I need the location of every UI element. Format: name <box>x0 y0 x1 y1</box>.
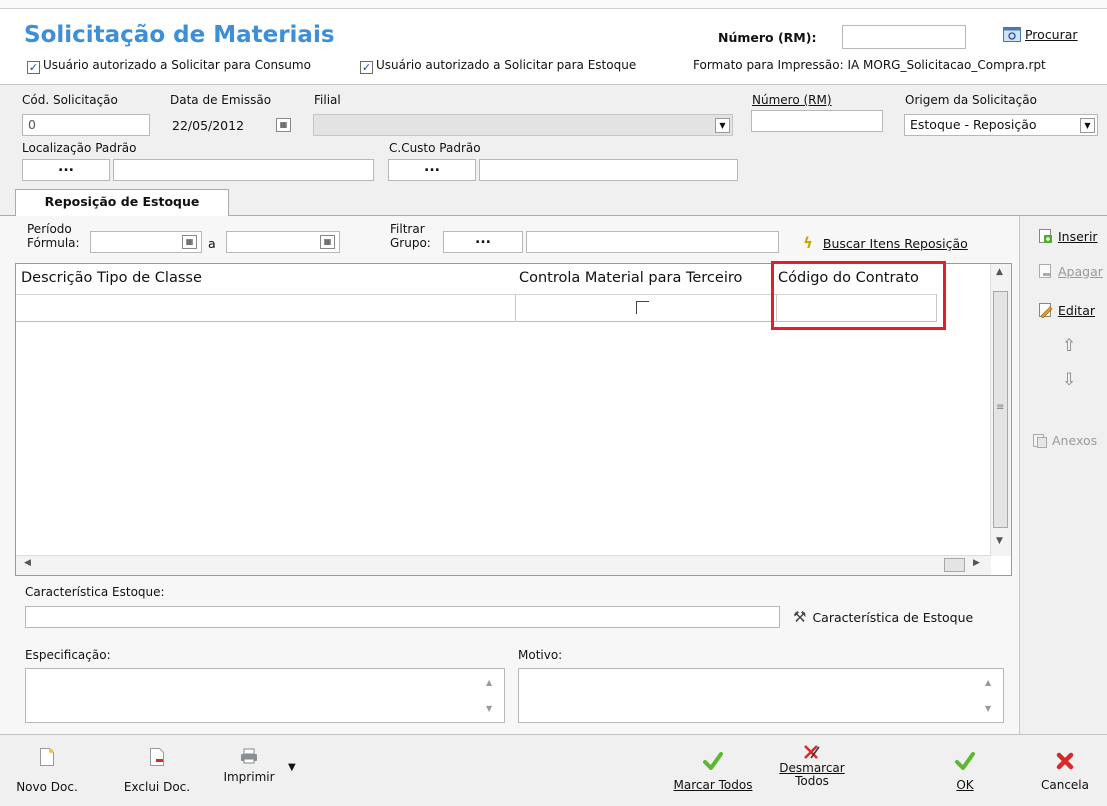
imprimir-dropdown-icon[interactable]: ▼ <box>288 762 296 773</box>
scroll-down-icon[interactable]: ▼ <box>996 536 1003 546</box>
data-emissao-field[interactable]: 22/05/2012 ▦ <box>166 114 300 136</box>
motivo-textarea[interactable] <box>518 668 1004 723</box>
scroll-left-icon[interactable]: ◀ <box>24 558 31 568</box>
caracteristica-label: Característica Estoque: <box>25 585 165 599</box>
numero-rm-input[interactable] <box>751 110 883 132</box>
tab-reposicao-estoque[interactable]: Reposição de Estoque <box>15 189 229 216</box>
tab-panel-right-edge <box>1019 216 1020 734</box>
origem-label: Origem da Solicitação <box>905 93 1037 107</box>
scroll-up-icon[interactable]: ▲ <box>486 678 492 687</box>
scroll-grip-icon: ≡ <box>996 402 1005 413</box>
filial-label: Filial <box>314 93 341 107</box>
cancela-button[interactable]: Cancela <box>1034 748 1096 792</box>
ccusto-lookup-button[interactable]: ... <box>388 159 476 181</box>
search-window-icon <box>1003 27 1021 42</box>
ok-button[interactable]: OK <box>938 748 992 792</box>
lightning-icon: ϟ <box>803 234 813 252</box>
red-x-icon <box>1034 752 1096 774</box>
exclui-doc-button[interactable]: Exclui Doc. <box>116 748 198 794</box>
imprimir-button[interactable]: Imprimir <box>214 748 284 784</box>
numero-rm-header-input[interactable] <box>842 25 966 49</box>
cod-solicitacao-label: Cód. Solicitação <box>22 93 118 107</box>
check-icon: ✓ <box>27 61 40 74</box>
delete-page-icon <box>1037 263 1053 279</box>
localizacao-lookup-button[interactable]: ... <box>22 159 110 181</box>
inserir-button[interactable]: Inserir <box>1037 228 1098 244</box>
procurar-button[interactable]: Procurar <box>1003 27 1078 42</box>
move-down-icon[interactable]: ⇩ <box>1062 370 1076 390</box>
caracteristica-estoque-button[interactable]: ⚒ Característica de Estoque <box>793 608 973 626</box>
grid-row-divider <box>515 294 516 322</box>
delete-document-icon <box>116 748 198 770</box>
numero-rm-header-label: Número (RM): <box>718 30 817 45</box>
calendar-icon[interactable]: ▦ <box>276 118 291 132</box>
column-controla-material[interactable]: Controla Material para Terceiro <box>519 270 742 286</box>
filtrar-grupo-label: Filtrar Grupo: <box>390 222 431 250</box>
scroll-up-icon[interactable]: ▲ <box>985 678 991 687</box>
origem-select[interactable]: Estoque - Reposição <box>904 114 1098 136</box>
grupo-lookup-button[interactable]: ... <box>443 231 523 253</box>
terceiro-checkbox[interactable] <box>636 301 649 314</box>
green-check-icon <box>664 752 762 774</box>
scroll-down-icon[interactable]: ▼ <box>486 704 492 713</box>
scroll-right-icon[interactable]: ▶ <box>973 558 980 568</box>
localizacao-input[interactable] <box>113 159 374 181</box>
consumo-checkbox[interactable]: ✓ Usuário autorizado a Solicitar para Con… <box>27 58 311 74</box>
new-document-icon <box>14 748 80 770</box>
ccusto-label: C.Custo Padrão <box>389 141 481 155</box>
attachment-icon <box>1032 432 1048 448</box>
printer-icon <box>214 748 284 770</box>
filial-dropdown-icon[interactable]: ▼ <box>715 118 730 133</box>
data-emissao-label: Data de Emissão <box>170 93 272 107</box>
anexos-button[interactable]: Anexos <box>1032 432 1097 448</box>
ccusto-input[interactable] <box>479 159 738 181</box>
scroll-up-icon[interactable]: ▲ <box>996 267 1003 277</box>
scroll-down-icon[interactable]: ▼ <box>985 704 991 713</box>
calendar-icon[interactable]: ▦ <box>320 235 335 249</box>
filial-select[interactable] <box>313 114 733 136</box>
localizacao-label: Localização Padrão <box>22 141 137 155</box>
marcar-todos-button[interactable]: Marcar Todos <box>664 748 762 792</box>
cod-solicitacao-input[interactable]: 0 <box>22 114 150 136</box>
move-up-icon[interactable]: ⇧ <box>1062 336 1076 356</box>
a-label: a <box>208 236 216 251</box>
uncheck-icon <box>768 744 856 762</box>
novo-doc-button[interactable]: Novo Doc. <box>14 748 80 794</box>
especificacao-textarea[interactable] <box>25 668 505 723</box>
column-descricao-tipo-classe[interactable]: Descrição Tipo de Classe <box>21 270 202 286</box>
edit-pencil-icon <box>1037 302 1053 319</box>
check-icon: ✓ <box>360 61 373 74</box>
calendar-icon[interactable]: ▦ <box>182 235 197 249</box>
apagar-button[interactable]: Apagar <box>1037 263 1103 279</box>
grupo-input[interactable] <box>526 231 779 253</box>
buscar-itens-button[interactable]: ϟ Buscar Itens Reposição <box>803 234 968 252</box>
especificacao-label: Especificação: <box>25 648 111 662</box>
insert-page-icon <box>1037 228 1053 244</box>
periodo-label: Período Fórmula: <box>27 222 80 250</box>
ok-check-icon <box>938 752 992 774</box>
numero-rm-label: Número (RM) <box>752 93 832 107</box>
editar-button[interactable]: Editar <box>1037 302 1095 319</box>
caracteristica-input[interactable] <box>25 606 780 628</box>
contrato-highlight-box <box>771 261 946 330</box>
grid-horizontal-scrollbar[interactable] <box>16 555 991 575</box>
tools-icon: ⚒ <box>793 608 807 626</box>
origem-dropdown-icon[interactable]: ▼ <box>1080 118 1095 133</box>
formato-impressao: Formato para Impressão: IA MORG_Solicita… <box>693 58 1046 72</box>
desmarcar-todos-button[interactable]: Desmarcar Todos <box>768 744 856 788</box>
hscroll-thumb[interactable] <box>944 558 965 572</box>
page-title: Solicitação de Materiais <box>24 22 335 48</box>
estoque-checkbox[interactable]: ✓ Usuário autorizado a Solicitar para Est… <box>360 58 636 74</box>
window-top-border <box>0 0 1107 9</box>
motivo-label: Motivo: <box>518 648 563 662</box>
